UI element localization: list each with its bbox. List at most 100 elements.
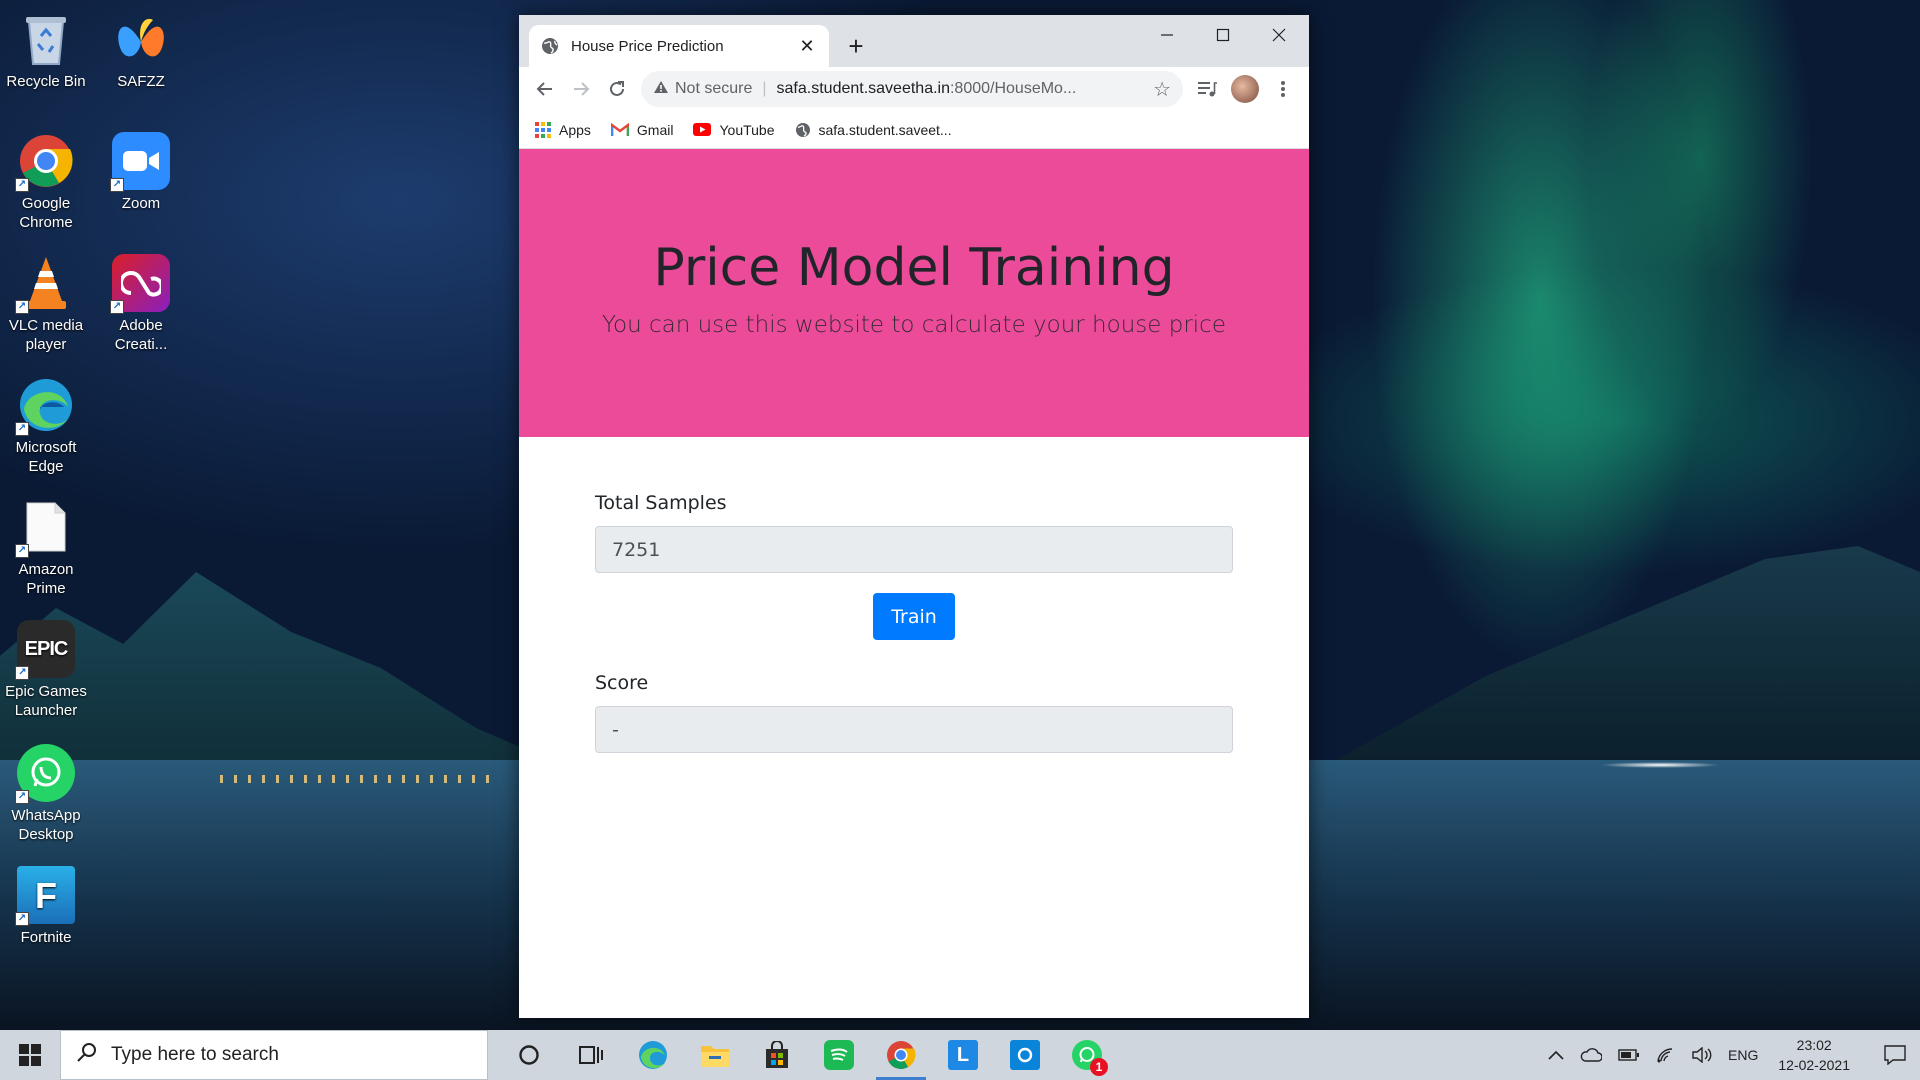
taskbar-edge[interactable] bbox=[622, 1030, 684, 1080]
tab-close-icon[interactable]: ✕ bbox=[797, 36, 817, 57]
shortcut-arrow-icon: ↗ bbox=[15, 666, 29, 680]
bookmark-apps[interactable]: Apps bbox=[535, 121, 591, 138]
bookmarks-bar: Apps Gmail YouTube safa.student.saveet..… bbox=[519, 111, 1309, 149]
media-queue-icon bbox=[1198, 82, 1217, 97]
app-circle-icon bbox=[1010, 1040, 1040, 1070]
action-center-button[interactable] bbox=[1870, 1045, 1920, 1065]
bookmark-youtube[interactable]: YouTube bbox=[693, 122, 775, 138]
desktop-icon-zoom[interactable]: ↗ Zoom bbox=[95, 132, 187, 213]
volume-tray[interactable] bbox=[1692, 1047, 1712, 1063]
edge-icon: ↗ bbox=[15, 376, 75, 436]
desktop-icon-label: SAFZZ bbox=[117, 73, 165, 90]
fortnite-logo-text: F bbox=[35, 874, 57, 916]
task-view-icon bbox=[579, 1046, 603, 1064]
language-indicator[interactable]: ENG bbox=[1728, 1047, 1758, 1063]
reload-icon bbox=[610, 81, 624, 96]
desktop-icon-safzz[interactable]: SAFZZ bbox=[95, 10, 187, 91]
clock[interactable]: 23:02 12-02-2021 bbox=[1778, 1035, 1850, 1075]
windows-taskbar: Type here to search L 1 ENG 23:02 12-02-… bbox=[0, 1030, 1920, 1080]
desktop-icon-label: VLC media player bbox=[8, 317, 84, 353]
page-title: Price Model Training bbox=[653, 238, 1175, 298]
tab-title: House Price Prediction bbox=[571, 37, 724, 55]
score-field[interactable] bbox=[595, 706, 1233, 753]
taskbar-search-box[interactable]: Type here to search bbox=[60, 1030, 488, 1080]
gmail-icon bbox=[610, 122, 629, 137]
reload-button[interactable] bbox=[599, 71, 635, 107]
clock-date: 12-02-2021 bbox=[1778, 1057, 1850, 1073]
not-secure-label[interactable]: Not secure bbox=[675, 80, 752, 98]
battery-icon bbox=[1618, 1049, 1640, 1061]
taskbar-apps: L 1 bbox=[498, 1030, 1118, 1080]
web-page: Price Model Training You can use this we… bbox=[519, 149, 1309, 1018]
url-path: :8000/HouseMo... bbox=[949, 80, 1077, 97]
desktop-icon-fortnite[interactable]: F ↗ Fortnite bbox=[0, 866, 92, 947]
chevron-up-icon bbox=[1548, 1050, 1564, 1060]
show-hidden-icons-button[interactable] bbox=[1548, 1050, 1564, 1060]
reading-list-button[interactable] bbox=[1189, 71, 1225, 107]
speaker-icon bbox=[1692, 1047, 1712, 1063]
taskbar-whatsapp[interactable]: 1 bbox=[1056, 1030, 1118, 1080]
tab-house-price-prediction[interactable]: House Price Prediction ✕ bbox=[529, 25, 829, 67]
browser-menu-button[interactable] bbox=[1265, 71, 1301, 107]
safzz-butterfly-icon bbox=[112, 10, 170, 68]
desktop-icon-epic-games[interactable]: EPIC ↗ Epic Games Launcher bbox=[0, 620, 92, 720]
bookmark-safa-student[interactable]: safa.student.saveet... bbox=[795, 122, 952, 138]
taskbar-store[interactable] bbox=[746, 1030, 808, 1080]
minimize-button[interactable] bbox=[1139, 15, 1195, 55]
desktop-icon-label: Fortnite bbox=[20, 929, 72, 946]
train-button-row: Train bbox=[595, 593, 1233, 640]
desktop-icons: Recycle Bin SAFZZ ↗ Google Chrome ↗ Zoom… bbox=[0, 0, 200, 1020]
whatsapp-icon: ↗ bbox=[15, 744, 75, 804]
battery-tray[interactable] bbox=[1618, 1049, 1640, 1061]
maximize-button[interactable] bbox=[1195, 15, 1251, 55]
desktop-icon-google-chrome[interactable]: ↗ Google Chrome bbox=[0, 132, 92, 232]
onedrive-tray[interactable] bbox=[1580, 1048, 1603, 1062]
shortcut-arrow-icon: ↗ bbox=[15, 422, 29, 436]
forward-button[interactable] bbox=[563, 71, 599, 107]
address-bar[interactable]: Not secure | safa.student.saveetha.in:80… bbox=[641, 71, 1183, 107]
url-text[interactable]: safa.student.saveetha.in:8000/HouseMo... bbox=[777, 80, 1154, 98]
back-button[interactable] bbox=[527, 71, 563, 107]
bookmark-gmail[interactable]: Gmail bbox=[610, 122, 673, 138]
youtube-icon bbox=[693, 123, 712, 136]
profile-avatar[interactable] bbox=[1231, 75, 1259, 103]
taskbar-file-explorer[interactable] bbox=[684, 1030, 746, 1080]
new-tab-button[interactable]: + bbox=[841, 32, 871, 62]
fortnite-icon: F ↗ bbox=[15, 866, 75, 926]
taskbar-app-o[interactable] bbox=[994, 1030, 1056, 1080]
desktop-icon-amazon-prime[interactable]: ↗ Amazon Prime bbox=[0, 498, 92, 598]
store-bag-icon bbox=[766, 1041, 788, 1068]
taskbar-task-view[interactable] bbox=[560, 1030, 622, 1080]
epic-games-icon: EPIC ↗ bbox=[15, 620, 75, 680]
total-samples-label: Total Samples bbox=[595, 492, 727, 514]
start-button[interactable] bbox=[0, 1030, 60, 1080]
taskbar-cortana[interactable] bbox=[498, 1030, 560, 1080]
whatsapp-icon: 1 bbox=[1072, 1040, 1108, 1076]
notification-icon bbox=[1884, 1045, 1906, 1065]
taskbar-chrome[interactable] bbox=[870, 1030, 932, 1080]
desktop-icon-microsoft-edge[interactable]: ↗ Microsoft Edge bbox=[0, 376, 92, 476]
wallpaper-shore-light bbox=[1600, 762, 1720, 768]
close-window-button[interactable] bbox=[1251, 15, 1307, 55]
bookmark-star-icon[interactable]: ☆ bbox=[1153, 77, 1171, 102]
arrow-left-icon bbox=[536, 82, 552, 96]
wifi-icon bbox=[1657, 1048, 1673, 1063]
desktop-icon-adobe-creative-cloud[interactable]: ↗ Adobe Creati... bbox=[95, 254, 187, 354]
cortana-circle-icon bbox=[519, 1045, 539, 1065]
desktop-icon-vlc[interactable]: ↗ VLC media player bbox=[0, 254, 92, 354]
close-icon bbox=[1272, 28, 1286, 42]
desktop-icon-label: Adobe Creati... bbox=[114, 317, 168, 353]
total-samples-field[interactable] bbox=[595, 526, 1233, 573]
wifi-tray[interactable] bbox=[1656, 1047, 1676, 1063]
desktop-icon-label: Google Chrome bbox=[19, 195, 73, 231]
edge-icon bbox=[639, 1041, 667, 1069]
recycle-bin-icon bbox=[17, 10, 75, 68]
zoom-icon: ↗ bbox=[110, 132, 170, 192]
taskbar-app-l[interactable]: L bbox=[932, 1030, 994, 1080]
train-button[interactable]: Train bbox=[873, 593, 955, 640]
taskbar-spotify[interactable] bbox=[808, 1030, 870, 1080]
notification-badge: 1 bbox=[1090, 1058, 1108, 1076]
desktop-icon-recycle-bin[interactable]: Recycle Bin bbox=[0, 10, 92, 91]
desktop-icon-whatsapp[interactable]: ↗ WhatsApp Desktop bbox=[0, 744, 92, 844]
chrome-icon: ↗ bbox=[15, 132, 75, 192]
